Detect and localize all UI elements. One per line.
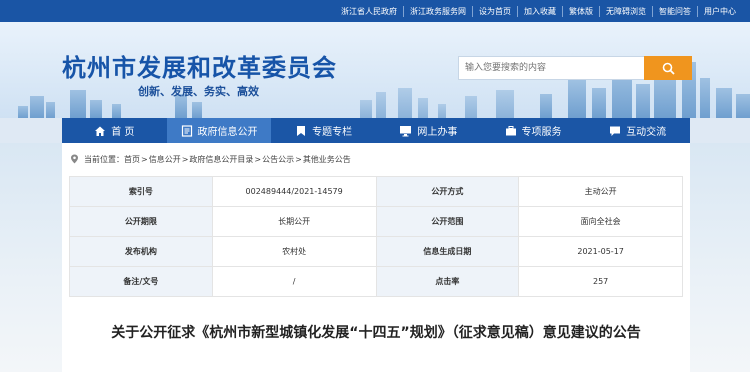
top-links: 浙江省人民政府 浙江政务服务网 设为首页 加入收藏 繁体版 无障碍浏览 智能问答… (335, 0, 742, 22)
nav-item-special-topics[interactable]: 专题专栏 (271, 118, 376, 143)
chat-icon (610, 126, 621, 136)
toplink-zj-gov[interactable]: 浙江省人民政府 (335, 6, 403, 17)
toplink-add-favorite[interactable]: 加入收藏 (517, 5, 562, 17)
nav-label-special-services: 专项服务 (521, 127, 562, 138)
breadcrumb-other-announcements[interactable]: 其他业务公告 (303, 154, 351, 165)
toplink-smart-qa[interactable]: 智能问答 (652, 5, 697, 17)
table-row: 备注/文号 / 点击率 257 (69, 266, 683, 297)
document-icon (181, 124, 192, 137)
label-publish-scope: 公开范围 (375, 206, 520, 237)
breadcrumb-separator: > (254, 154, 262, 164)
label-publish-method: 公开方式 (375, 176, 520, 207)
site-title: 杭州市发展和改革委员会 (62, 54, 337, 82)
location-icon (71, 154, 78, 164)
nav-label-home: 首 页 (111, 127, 135, 138)
table-row: 发布机构 农村处 信息生成日期 2021-05-17 (69, 236, 683, 267)
home-icon (95, 126, 106, 136)
table-row: 公开期限 长期公开 公开范围 面向全社会 (69, 206, 683, 237)
label-document-number: 备注/文号 (69, 266, 213, 297)
info-table: 索引号 002489444/2021-14579 公开方式 主动公开 公开期限 … (69, 176, 683, 297)
briefcase-icon (505, 125, 516, 135)
toplink-accessibility[interactable]: 无障碍浏览 (599, 5, 652, 17)
label-index-number: 索引号 (69, 176, 213, 207)
value-publish-period: 长期公开 (211, 206, 377, 237)
site-slogan: 创新、发展、务实、高效 (138, 85, 259, 98)
label-generated-date: 信息生成日期 (375, 236, 520, 267)
breadcrumb-info-public[interactable]: 信息公开 (149, 154, 181, 165)
nav-item-gov-info[interactable]: 政府信息公开 (166, 118, 272, 143)
toplink-user-center[interactable]: 用户中心 (697, 5, 742, 17)
search-input[interactable] (458, 56, 644, 80)
nav-item-interaction[interactable]: 互动交流 (585, 118, 690, 143)
toplink-zj-service[interactable]: 浙江政务服务网 (403, 5, 472, 17)
breadcrumb-separator: > (295, 154, 302, 164)
nav-label-interaction: 互动交流 (626, 127, 667, 138)
breadcrumb-announcements[interactable]: 公告公示 (262, 154, 294, 165)
nav-label-gov-info: 政府信息公开 (197, 127, 258, 138)
main-content: 当前位置： 首页 > 信息公开 > 政府信息公开目录 > 公告公示 > 其他业务… (62, 143, 690, 372)
breadcrumb-separator: > (181, 154, 189, 164)
breadcrumb-prefix: 当前位置： (84, 154, 124, 164)
nav-item-home[interactable]: 首 页 (62, 118, 167, 143)
search-icon (662, 62, 675, 75)
table-row: 索引号 002489444/2021-14579 公开方式 主动公开 (69, 176, 683, 207)
search-button[interactable] (644, 56, 692, 80)
bookmark-icon (297, 125, 306, 136)
value-publish-scope: 面向全社会 (518, 206, 683, 237)
label-click-count: 点击率 (375, 266, 520, 297)
main-nav: 首 页 政府信息公开 专题专栏 网上办事 专项服务 互动交流 (62, 118, 690, 143)
article-title: 关于公开征求《杭州市新型城镇化发展“十四五”规划》（征求意见稿）意见建议的公告 (111, 325, 641, 341)
value-index-number: 002489444/2021-14579 (211, 176, 377, 207)
toplink-traditional[interactable]: 繁体版 (562, 5, 599, 17)
value-generated-date: 2021-05-17 (518, 236, 683, 267)
nav-label-special-topics: 专题专栏 (312, 127, 353, 138)
top-bar: 浙江省人民政府 浙江政务服务网 设为首页 加入收藏 繁体版 无障碍浏览 智能问答… (0, 0, 750, 22)
value-publisher: 农村处 (211, 236, 377, 267)
value-publish-method: 主动公开 (518, 176, 683, 207)
breadcrumb-home[interactable]: 首页 (124, 154, 140, 165)
breadcrumb-catalog[interactable]: 政府信息公开目录 (189, 154, 253, 165)
toplink-set-homepage[interactable]: 设为首页 (472, 5, 517, 17)
nav-item-online-services[interactable]: 网上办事 (376, 118, 481, 143)
nav-item-special-services[interactable]: 专项服务 (481, 118, 586, 143)
label-publisher: 发布机构 (69, 236, 213, 267)
breadcrumb: 当前位置： 首页 > 信息公开 > 政府信息公开目录 > 公告公示 > 其他业务… (70, 152, 351, 166)
label-publish-period: 公开期限 (69, 206, 213, 237)
nav-label-online-services: 网上办事 (417, 127, 458, 138)
breadcrumb-separator: > (141, 154, 148, 164)
monitor-icon (400, 125, 412, 136)
value-click-count: 257 (518, 266, 683, 297)
value-document-number: / (211, 266, 377, 297)
header-banner: 杭州市发展和改革委员会 创新、发展、务实、高效 (0, 22, 750, 118)
search-bar (458, 56, 692, 80)
